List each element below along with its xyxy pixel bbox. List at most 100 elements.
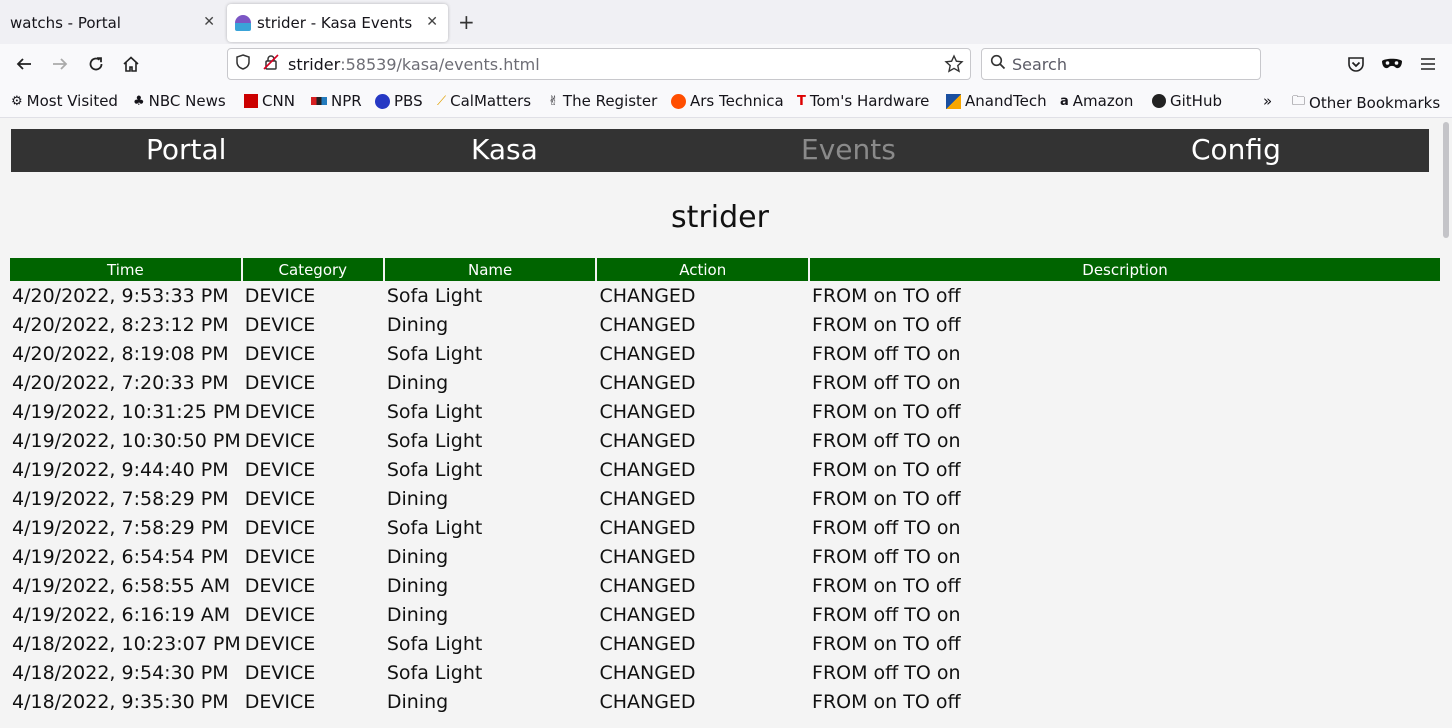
private-mask-icon[interactable] — [1380, 52, 1404, 76]
cell-description: FROM off TO on — [812, 603, 961, 626]
bookmark-label: AnandTech — [965, 92, 1047, 110]
bookmark-nbc-news[interactable]: ♣ NBC News — [133, 92, 226, 110]
cell-description: FROM off TO on — [812, 429, 961, 452]
tab-bar: watchs - Portal ✕ strider - Kasa Events … — [0, 0, 1452, 44]
bookmark-anandtech[interactable]: AnandTech — [946, 92, 1047, 110]
cell-action: CHANGED — [599, 574, 696, 597]
cell-time: 4/20/2022, 9:53:33 PM — [12, 284, 229, 307]
bookmark-calmatters[interactable]: ⟋ CalMatters — [437, 92, 531, 110]
cell-description: FROM off TO on — [812, 516, 961, 539]
cell-category: DEVICE — [244, 458, 316, 481]
cell-action: CHANGED — [599, 458, 696, 481]
nav-link-portal[interactable]: Portal — [146, 133, 226, 166]
cell-category: DEVICE — [244, 487, 316, 510]
cell-time: 4/20/2022, 8:19:08 PM — [12, 342, 229, 365]
insecure-lock-icon[interactable] — [262, 53, 282, 75]
bookmark-github[interactable]: GitHub — [1152, 92, 1222, 110]
pbs-icon — [375, 93, 390, 109]
cell-category: DEVICE — [244, 574, 316, 597]
url-host: strider — [288, 54, 341, 74]
github-icon — [1152, 94, 1166, 108]
cnn-icon — [244, 94, 258, 108]
cell-time: 4/19/2022, 6:54:54 PM — [12, 545, 229, 568]
close-icon[interactable]: ✕ — [426, 14, 438, 30]
bookmark-label: CNN — [262, 92, 295, 110]
table-row: 4/18/2022, 9:35:30 PM DEVICE Dining CHANGED… — [10, 687, 1440, 716]
cell-name: Dining — [386, 371, 449, 394]
cell-action: CHANGED — [599, 313, 696, 336]
cell-name: Dining — [386, 545, 449, 568]
cell-time: 4/20/2022, 7:20:33 PM — [12, 371, 229, 394]
bookmarks-overflow-button[interactable]: » — [1263, 92, 1272, 110]
cell-time: 4/19/2022, 10:31:25 PM — [12, 400, 241, 423]
bookmark-toms-hardware[interactable]: T Tom's Hardware — [797, 92, 929, 110]
page-scrollbar[interactable] — [1440, 118, 1452, 728]
reload-icon[interactable] — [84, 52, 108, 76]
cell-action: CHANGED — [599, 690, 696, 713]
cell-action: CHANGED — [599, 545, 696, 568]
page-viewport: Portal Kasa Events Config strider Time C… — [0, 118, 1440, 728]
pocket-icon[interactable] — [1344, 52, 1368, 76]
cell-action: CHANGED — [599, 516, 696, 539]
table-row: 4/19/2022, 7:58:29 PM DEVICE Sofa Light CHA… — [10, 513, 1440, 542]
table-row: 4/19/2022, 6:16:19 AM DEVICE Dining CHANGED… — [10, 600, 1440, 629]
bookmark-most-visited[interactable]: ⚙ Most Visited — [11, 92, 118, 110]
cell-description: FROM off TO on — [812, 342, 961, 365]
back-arrow-icon[interactable] — [12, 52, 36, 76]
shield-icon[interactable] — [234, 53, 254, 75]
bookmark-npr[interactable]: NPR — [311, 92, 362, 110]
bookmark-cnn[interactable]: CNN — [244, 92, 295, 110]
nav-link-events[interactable]: Events — [801, 133, 896, 166]
hamburger-menu-icon[interactable] — [1416, 52, 1440, 76]
cell-category: DEVICE — [244, 284, 316, 307]
bookmark-label: CalMatters — [450, 92, 532, 110]
search-input[interactable]: Search — [981, 48, 1261, 80]
anandtech-icon — [946, 93, 961, 109]
cell-time: 4/20/2022, 8:23:12 PM — [12, 313, 229, 336]
cell-category: DEVICE — [244, 632, 316, 655]
home-icon[interactable] — [119, 52, 143, 76]
table-row: 4/18/2022, 10:23:07 PM DEVICE Sofa Light CH… — [10, 629, 1440, 658]
tab-kasa-events[interactable]: strider - Kasa Events ✕ — [227, 4, 448, 42]
tab-watchs-portal[interactable]: watchs - Portal ✕ — [0, 4, 225, 42]
gear-icon: ⚙ — [11, 93, 23, 109]
events-table-body: 4/20/2022, 9:53:33 PM DEVICE Sofa Light CHA… — [10, 281, 1440, 716]
close-icon[interactable]: ✕ — [203, 14, 215, 30]
cell-name: Dining — [386, 690, 449, 713]
cell-description: FROM on TO off — [812, 574, 961, 597]
register-icon: ✌ — [548, 93, 559, 109]
table-row: 4/19/2022, 10:30:50 PM DEVICE Sofa Light CH… — [10, 426, 1440, 455]
bookmark-the-register[interactable]: ✌ The Register — [548, 92, 657, 110]
cell-name: Sofa Light — [386, 661, 483, 684]
scrollbar-thumb[interactable] — [1443, 122, 1449, 238]
cell-time: 4/19/2022, 6:58:55 AM — [12, 574, 231, 597]
bookmark-label: Other Bookmarks — [1309, 94, 1441, 112]
cell-description: FROM on TO off — [812, 284, 961, 307]
cell-name: Sofa Light — [386, 458, 483, 481]
bookmark-label: NPR — [331, 92, 362, 110]
nav-link-config[interactable]: Config — [1191, 133, 1281, 166]
forward-arrow-icon[interactable] — [48, 52, 72, 76]
plus-icon[interactable]: + — [458, 10, 475, 34]
nav-link-kasa[interactable]: Kasa — [471, 133, 538, 166]
calmatters-icon: ⟋ — [437, 93, 447, 109]
url-bar[interactable]: strider:58539/kasa/events.html — [227, 48, 971, 80]
column-header-action: Action — [597, 258, 811, 281]
bookmark-star-icon[interactable] — [944, 54, 964, 78]
cell-time: 4/18/2022, 9:35:30 PM — [12, 690, 229, 713]
bookmark-ars-technica[interactable]: Ars Technica — [671, 92, 784, 110]
bookmark-pbs[interactable]: PBS — [375, 92, 423, 110]
table-row: 4/19/2022, 10:31:25 PM DEVICE Sofa Light CH… — [10, 397, 1440, 426]
table-row: 4/20/2022, 7:20:33 PM DEVICE Dining CHANGED… — [10, 368, 1440, 397]
table-row: 4/20/2022, 8:19:08 PM DEVICE Sofa Light CHA… — [10, 339, 1440, 368]
bookmark-amazon[interactable]: a Amazon — [1060, 92, 1133, 110]
cell-category: DEVICE — [244, 429, 316, 452]
table-header-row: Time Category Name Action Description — [10, 258, 1440, 281]
bookmarks-toolbar: ⚙ Most Visited ♣ NBC News CNN NPR PBS ⟋ Cal… — [0, 84, 1452, 118]
other-bookmarks-folder[interactable]: 🗀 Other Bookmarks — [1292, 92, 1440, 114]
cell-description: FROM off TO on — [812, 661, 961, 684]
cell-name: Dining — [386, 603, 449, 626]
bookmark-label: Amazon — [1072, 92, 1134, 110]
cell-description: FROM on TO off — [812, 487, 961, 510]
cell-category: DEVICE — [244, 400, 316, 423]
